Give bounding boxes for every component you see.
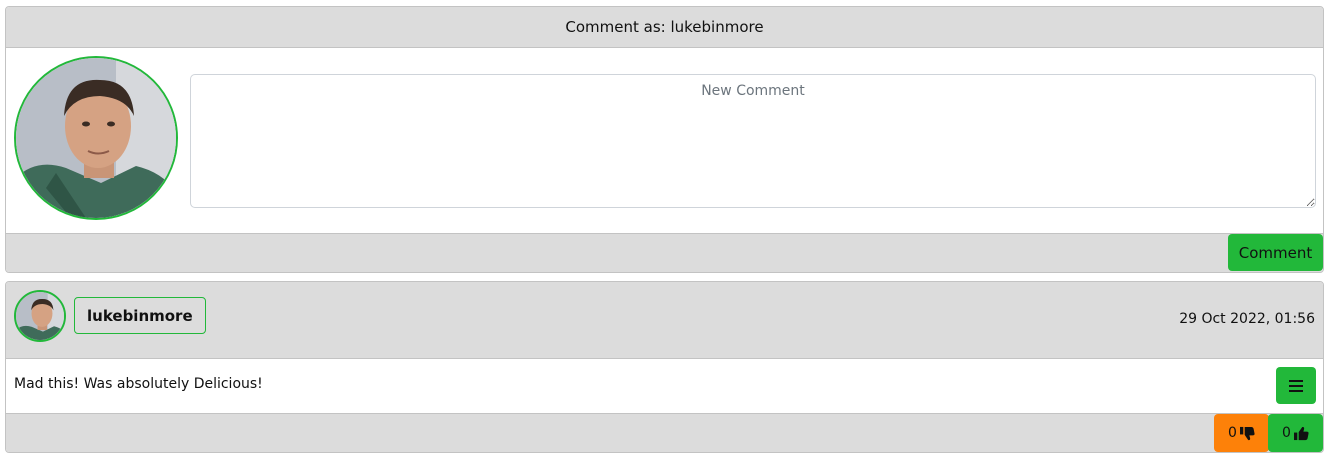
like-button[interactable]: 0 [1268, 414, 1323, 452]
dislike-button[interactable]: 0 [1214, 414, 1269, 452]
comment-text: Mad this! Was absolutely Delicious! [14, 376, 263, 392]
new-comment-input[interactable] [190, 74, 1316, 208]
comment-as-header: Comment as: lukebinmore [6, 7, 1323, 48]
like-count: 0 [1282, 425, 1291, 441]
dislike-count: 0 [1228, 425, 1237, 441]
avatar-photo [16, 58, 176, 218]
hamburger-icon [1289, 379, 1303, 392]
new-comment-body [6, 48, 1323, 234]
comment-timestamp: 29 Oct 2022, 01:56 [1179, 311, 1315, 327]
comment-as-label: Comment as: lukebinmore [565, 18, 764, 36]
thumbs-down-icon [1239, 426, 1255, 440]
comment-author-link[interactable]: lukebinmore [74, 297, 206, 334]
comment-header: lukebinmore 29 Oct 2022, 01:56 [6, 282, 1323, 359]
comment-menu-button[interactable] [1276, 367, 1316, 404]
comment-author-name: lukebinmore [87, 306, 193, 325]
comment-card: lukebinmore 29 Oct 2022, 01:56 Mad this!… [5, 281, 1324, 453]
new-comment-card: Comment as: lukebinmore Comment [5, 6, 1324, 273]
comment-footer: 0 0 [6, 414, 1323, 452]
avatar [14, 56, 178, 220]
thumbs-up-icon [1293, 426, 1309, 440]
comment-body: Mad this! Was absolutely Delicious! [6, 359, 1323, 414]
comment-author-avatar[interactable] [14, 290, 66, 342]
new-comment-footer: Comment [6, 234, 1323, 272]
avatar-photo [16, 292, 64, 340]
comment-submit-button[interactable]: Comment [1228, 234, 1323, 271]
